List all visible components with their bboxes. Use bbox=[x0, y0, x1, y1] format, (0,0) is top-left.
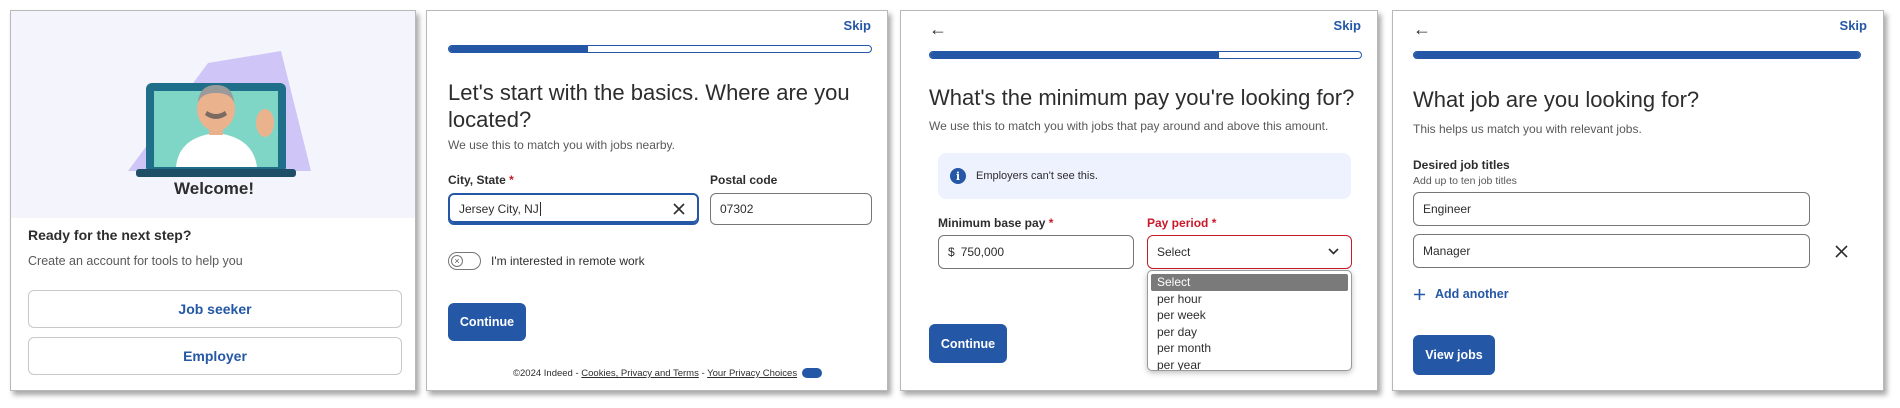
page-title: What's the minimum pay you're looking fo… bbox=[929, 85, 1355, 110]
progress-bar bbox=[1413, 51, 1861, 59]
progress-fill bbox=[449, 46, 589, 52]
remote-work-label: I'm interested in remote work bbox=[491, 254, 645, 268]
city-input[interactable]: Jersey City, NJ bbox=[448, 193, 699, 225]
option-per-month[interactable]: per month bbox=[1148, 340, 1351, 357]
page-title: What job are you looking for? bbox=[1413, 87, 1700, 112]
privacy-choices-icon[interactable] bbox=[801, 368, 822, 379]
city-input-value: Jersey City, NJ bbox=[459, 202, 539, 216]
min-pay-input[interactable]: $ 750,000 bbox=[938, 235, 1134, 269]
footer-separator: - bbox=[701, 368, 705, 379]
job-title-value-2: Manager bbox=[1423, 244, 1471, 258]
footer-copyright: ©2024 Indeed - bbox=[513, 368, 579, 379]
progress-bar bbox=[448, 45, 872, 53]
page-subtitle: This helps us match you with relevant jo… bbox=[1413, 122, 1642, 136]
info-icon: i bbox=[950, 168, 966, 184]
back-arrow-icon[interactable]: ← bbox=[1413, 20, 1431, 38]
currency-symbol: $ bbox=[948, 245, 955, 259]
job-title-input-1[interactable]: Engineer bbox=[1413, 192, 1810, 226]
pay-period-dropdown: Select per hour per week per day per mon… bbox=[1147, 270, 1352, 371]
continue-button[interactable]: Continue bbox=[448, 303, 526, 341]
cookies-privacy-link[interactable]: Cookies, Privacy and Terms bbox=[581, 368, 699, 379]
option-per-year[interactable]: per year bbox=[1148, 357, 1351, 371]
remove-job-title-icon[interactable] bbox=[1835, 245, 1848, 258]
pay-period-value: Select bbox=[1157, 245, 1191, 259]
employer-button[interactable]: Employer bbox=[28, 337, 402, 375]
option-per-day[interactable]: per day bbox=[1148, 324, 1351, 341]
postal-code-input[interactable]: 07302 bbox=[710, 193, 872, 225]
chevron-down-icon bbox=[1328, 248, 1339, 255]
next-step-heading: Ready for the next step? bbox=[28, 227, 192, 243]
pay-panel: ← Skip What's the minimum pay you're loo… bbox=[900, 10, 1378, 391]
skip-link[interactable]: Skip bbox=[1840, 18, 1867, 33]
welcome-panel: Welcome! Ready for the next step? Create… bbox=[10, 10, 416, 391]
location-panel: Skip Let's start with the basics. Where … bbox=[426, 10, 888, 391]
job-title-panel: ← Skip What job are you looking for? Thi… bbox=[1392, 10, 1884, 391]
option-per-hour[interactable]: per hour bbox=[1148, 291, 1351, 308]
info-text: Employers can't see this. bbox=[976, 170, 1098, 182]
clear-icon[interactable] bbox=[673, 203, 685, 215]
welcome-title: Welcome! bbox=[174, 179, 254, 198]
progress-fill bbox=[1414, 52, 1860, 58]
page-subtitle: We use this to match you with jobs that … bbox=[929, 119, 1329, 133]
option-per-week[interactable]: per week bbox=[1148, 307, 1351, 324]
pay-period-label: Pay period * bbox=[1147, 216, 1217, 230]
page-title: Let's start with the basics. Where are y… bbox=[448, 80, 850, 132]
job-title-input-2[interactable]: Manager bbox=[1413, 234, 1810, 268]
min-pay-value: 750,000 bbox=[960, 245, 1005, 259]
progress-bar bbox=[929, 51, 1362, 59]
plus-icon bbox=[1414, 288, 1425, 300]
skip-link[interactable]: Skip bbox=[844, 18, 871, 33]
job-titles-hint: Add up to ten job titles bbox=[1413, 175, 1517, 187]
footer: ©2024 Indeed - Cookies, Privacy and Term… bbox=[513, 368, 822, 379]
skip-link[interactable]: Skip bbox=[1334, 18, 1361, 33]
add-another-button[interactable]: Add another bbox=[1413, 287, 1509, 301]
view-jobs-button[interactable]: View jobs bbox=[1413, 335, 1495, 375]
progress-fill bbox=[930, 52, 1219, 58]
add-another-label: Add another bbox=[1435, 287, 1509, 301]
privacy-choices-link[interactable]: Your Privacy Choices bbox=[707, 368, 797, 379]
min-pay-label: Minimum base pay * bbox=[938, 216, 1054, 230]
toggle-x-icon: × bbox=[451, 255, 463, 267]
pay-period-select[interactable]: Select bbox=[1147, 235, 1352, 269]
job-title-value-1: Engineer bbox=[1423, 202, 1472, 216]
text-cursor bbox=[539, 202, 541, 216]
next-step-subtext: Create an account for tools to help you bbox=[28, 254, 243, 268]
back-arrow-icon[interactable]: ← bbox=[929, 20, 947, 38]
continue-button[interactable]: Continue bbox=[929, 324, 1007, 363]
city-label: City, State * bbox=[448, 173, 514, 187]
page-subtitle: We use this to match you with jobs nearb… bbox=[448, 138, 675, 152]
info-banner: i Employers can't see this. bbox=[938, 153, 1351, 199]
option-select[interactable]: Select bbox=[1151, 274, 1348, 291]
postal-label: Postal code bbox=[710, 173, 778, 187]
job-titles-label: Desired job titles bbox=[1413, 158, 1510, 172]
postal-code-value: 07302 bbox=[720, 202, 754, 216]
remote-work-toggle[interactable]: × bbox=[448, 252, 481, 270]
job-seeker-button[interactable]: Job seeker bbox=[28, 290, 402, 328]
